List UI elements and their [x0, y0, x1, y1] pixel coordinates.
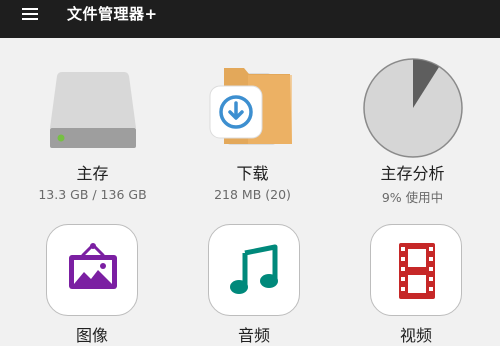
tile-storage-analysis[interactable]: 主存分析 9% 使用中: [340, 58, 485, 208]
tile-label: 音频: [237, 326, 270, 345]
film-icon: [399, 243, 435, 299]
tile-sublabel: 9% 使用中: [381, 190, 444, 205]
tile-icon-box: [208, 224, 300, 316]
music-note-icon: [230, 244, 278, 294]
tile-audio[interactable]: 音频: [208, 224, 300, 345]
tile-label: 下载: [236, 164, 269, 183]
tile-downloads[interactable]: 下载 218 MB (20): [180, 58, 325, 208]
drive-icon: [50, 72, 136, 148]
tile-icon-box: [46, 224, 138, 316]
tile-label: 主存分析: [380, 164, 445, 183]
hamburger-menu-icon[interactable]: [16, 2, 44, 26]
tile-icon-box: [370, 224, 462, 316]
app-bar: 文件管理器+: [0, 0, 500, 38]
tile-images[interactable]: 图像: [46, 224, 138, 345]
app-title: 文件管理器+: [67, 5, 158, 23]
download-folder-icon: [209, 68, 292, 145]
image-icon: [69, 243, 117, 289]
tile-video[interactable]: 视频: [370, 224, 462, 345]
tile-sublabel: 13.3 GB / 136 GB: [38, 187, 147, 202]
tile-label: 视频: [399, 326, 432, 345]
tile-label: 主存: [76, 164, 109, 183]
tile-sublabel: 218 MB (20): [214, 187, 291, 202]
tile-main-storage[interactable]: 主存 13.3 GB / 136 GB: [20, 58, 165, 208]
tile-label: 图像: [75, 326, 108, 345]
storage-pie-icon: [363, 58, 463, 158]
